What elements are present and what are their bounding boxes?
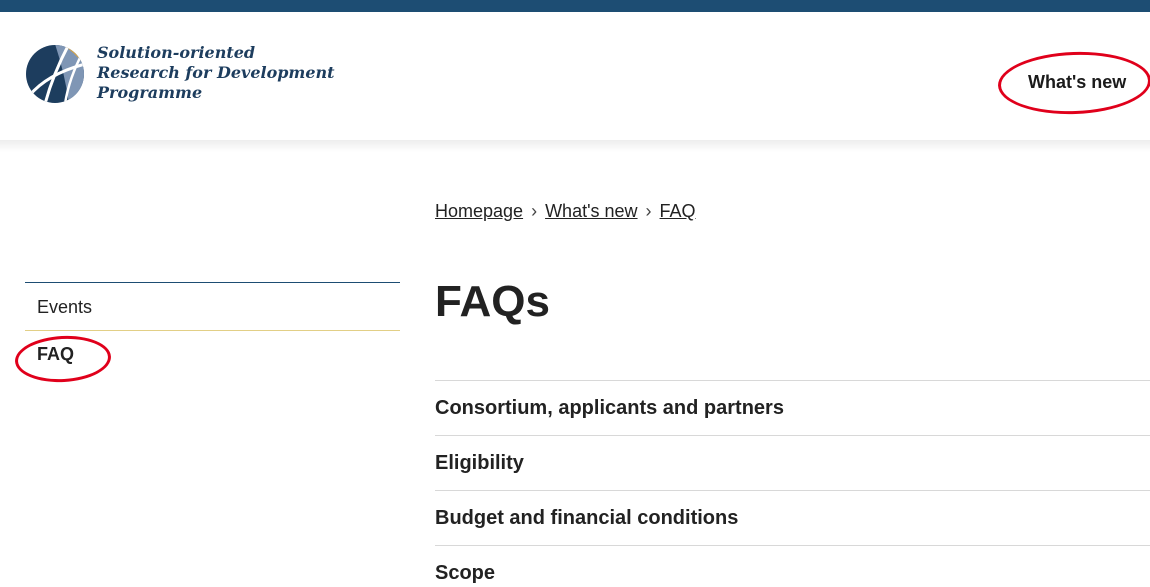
page-title: FAQs — [435, 277, 550, 326]
faq-category-consortium[interactable]: Consortium, applicants and partners — [435, 380, 1150, 435]
logo-line-2: Research for Development — [97, 63, 335, 82]
globe-logo-icon[interactable] — [25, 44, 85, 104]
chevron-right-icon: › — [531, 201, 538, 221]
page: Solution-oriented Research for Developme… — [0, 0, 1150, 587]
faq-category-list: Consortium, applicants and partners Elig… — [435, 380, 1150, 587]
faq-category-eligibility[interactable]: Eligibility — [435, 435, 1150, 490]
breadcrumb: Homepage › What's new › FAQ — [435, 201, 696, 222]
top-accent-bar — [0, 0, 1150, 12]
nav-whats-new-link[interactable]: What's new — [1028, 72, 1126, 93]
sidebar-navigation: Events FAQ — [25, 282, 400, 375]
breadcrumb-faq-link[interactable]: FAQ — [660, 201, 696, 221]
logo-line-1: Solution-oriented — [97, 43, 256, 62]
chevron-right-icon: › — [645, 201, 652, 221]
faq-category-scope[interactable]: Scope — [435, 545, 1150, 587]
breadcrumb-whats-new-link[interactable]: What's new — [545, 201, 637, 221]
breadcrumb-homepage-link[interactable]: Homepage — [435, 201, 523, 221]
sidebar-item-events[interactable]: Events — [25, 283, 400, 330]
logo-line-3: Programme — [97, 83, 203, 102]
header-shadow — [0, 140, 1150, 152]
logo-wordmark[interactable]: Solution-oriented Research for Developme… — [97, 43, 335, 103]
faq-category-budget[interactable]: Budget and financial conditions — [435, 490, 1150, 545]
sidebar-item-faq[interactable]: FAQ — [25, 331, 400, 375]
